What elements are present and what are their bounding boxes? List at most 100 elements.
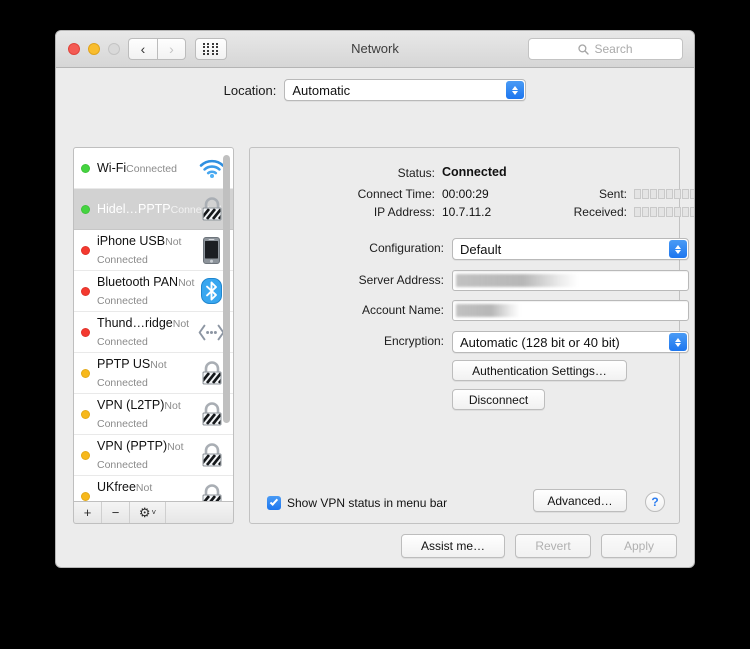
service-name: Thund…ridge — [97, 316, 173, 330]
plus-icon: + — [83, 505, 92, 520]
apply-label: Apply — [623, 539, 655, 553]
service-row[interactable]: VPN (PPTP)Not Connected — [74, 435, 233, 476]
help-button[interactable]: ? — [645, 492, 665, 512]
revert-button: Revert — [515, 534, 591, 558]
sidebar-scrollbar[interactable] — [223, 155, 230, 423]
vpn-lock-icon — [198, 196, 225, 223]
status-value: Connected — [442, 165, 507, 179]
apply-button: Apply — [601, 534, 677, 558]
advanced-label: Advanced… — [547, 493, 613, 508]
connect-time-label-wrap: Connect Time: — [250, 187, 435, 201]
location-row: Location: Automatic — [56, 79, 694, 101]
vpn-lock-icon — [198, 483, 225, 501]
service-row[interactable]: UKfreeNot Connected — [74, 476, 233, 501]
bluetooth-icon — [198, 278, 225, 305]
status-dot-red — [81, 286, 90, 296]
chevron-down-icon: ˅ — [151, 508, 157, 517]
account-name-input[interactable] — [452, 300, 689, 321]
status-dot-green — [81, 163, 90, 173]
encryption-label: Encryption: — [383, 334, 444, 348]
configuration-label-wrap: Configuration: — [250, 241, 444, 255]
authentication-settings-button[interactable]: Authentication Settings… — [452, 360, 627, 381]
sent-label-wrap: Sent: — [482, 187, 627, 201]
account-name-label: Account Name: — [361, 303, 444, 317]
service-row[interactable]: VPN (L2TP)Not Connected — [74, 394, 233, 435]
preferences-content: Wi-FiConnected Hidel…PPTPConnected iPhon… — [56, 113, 694, 567]
status-dot-yellow — [81, 450, 90, 460]
scrollbar-thumb[interactable] — [223, 155, 230, 423]
status-label: Status: — [397, 166, 435, 180]
server-address-label: Server Address: — [358, 273, 444, 287]
server-address-input[interactable] — [452, 270, 689, 291]
encryption-dropdown[interactable]: Automatic (128 bit or 40 bit) — [452, 331, 689, 353]
service-name: iPhone USB — [97, 234, 166, 248]
service-text: iPhone USBNot Connected — [97, 232, 198, 268]
received-label: Received: — [573, 205, 627, 219]
encryption-label-wrap: Encryption: — [250, 334, 444, 348]
minus-icon: − — [111, 505, 120, 520]
search-placeholder: Search — [594, 42, 633, 56]
gear-icon: ⚙ — [138, 504, 151, 520]
chevron-updown-icon — [669, 240, 687, 258]
status-dot-yellow — [81, 491, 90, 501]
checkmark-icon — [269, 497, 279, 506]
window-titlebar: ‹ › Network Search — [56, 31, 694, 68]
service-detail-panel: Status: Connected Connect Time: 00:00:29… — [249, 147, 694, 524]
service-state: Connected — [126, 163, 177, 175]
service-name: VPN (PPTP) — [97, 439, 168, 453]
service-row[interactable]: Wi-FiConnected — [74, 148, 233, 189]
service-name: Hidel…PPTP — [97, 202, 171, 216]
status-dot-yellow — [81, 409, 90, 419]
service-text: Wi-FiConnected — [97, 159, 198, 177]
sent-value-wrap — [634, 189, 694, 199]
ip-address-label-wrap: IP Address: — [250, 205, 435, 219]
sent-value — [634, 189, 694, 199]
service-row[interactable]: iPhone USBNot Connected — [74, 230, 233, 271]
assist-me-label: Assist me… — [420, 539, 485, 553]
status-dot-yellow — [81, 368, 90, 378]
service-list-toolbar: + − ⚙ ˅ — [73, 502, 234, 524]
thunderbolt-icon — [198, 319, 225, 346]
remove-service-button[interactable]: − — [102, 502, 130, 523]
service-row[interactable]: Thund…ridgeNot Connected — [74, 312, 233, 353]
sent-label: Sent: — [598, 187, 627, 201]
service-row[interactable]: Bluetooth PANNot Connected — [74, 271, 233, 312]
service-text: Hidel…PPTPConnected — [97, 200, 221, 218]
configuration-dropdown[interactable]: Default — [452, 238, 689, 260]
service-text: UKfreeNot Connected — [97, 478, 198, 501]
service-actions-button[interactable]: ⚙ ˅ — [130, 502, 166, 523]
service-name: Wi-Fi — [97, 161, 127, 175]
network-services-list[interactable]: Wi-FiConnected Hidel…PPTPConnected iPhon… — [73, 147, 234, 502]
checkbox-icon[interactable] — [267, 496, 281, 510]
service-name: UKfree — [97, 480, 136, 494]
assist-me-button[interactable]: Assist me… — [401, 534, 505, 558]
chevron-updown-icon — [506, 81, 525, 99]
service-text: VPN (PPTP)Not Connected — [97, 437, 198, 473]
iphone-icon — [198, 236, 225, 264]
location-dropdown[interactable]: Automatic — [284, 79, 527, 101]
location-value: Automatic — [292, 82, 351, 98]
search-input[interactable]: Search — [528, 38, 683, 60]
server-address-redacted-value — [456, 274, 578, 287]
encryption-value: Automatic (128 bit or 40 bit) — [460, 334, 620, 350]
revert-label: Revert — [535, 539, 571, 553]
service-row[interactable]: PPTP USNot Connected — [74, 353, 233, 394]
disconnect-button[interactable]: Disconnect — [452, 389, 545, 410]
received-label-wrap: Received: — [482, 205, 627, 219]
search-icon — [578, 43, 590, 55]
server-address-label-wrap: Server Address: — [250, 273, 444, 287]
service-text: Bluetooth PANNot Connected — [97, 273, 198, 309]
show-vpn-status-checkbox[interactable]: Show VPN status in menu bar — [267, 496, 447, 510]
configuration-label: Configuration: — [369, 241, 444, 255]
add-service-button[interactable]: + — [74, 502, 102, 523]
advanced-button[interactable]: Advanced… — [533, 489, 627, 512]
show-vpn-status-label: Show VPN status in menu bar — [287, 496, 448, 510]
service-row[interactable]: Hidel…PPTPConnected — [74, 189, 233, 230]
connect-time-label: Connect Time: — [357, 187, 435, 201]
status-dot-red — [81, 327, 90, 337]
service-name: PPTP US — [97, 357, 151, 371]
service-text: VPN (L2TP)Not Connected — [97, 396, 198, 432]
location-label: Location: — [223, 82, 277, 98]
window-footer-buttons: Assist me… Revert Apply — [401, 534, 677, 558]
received-value-wrap — [634, 207, 694, 217]
